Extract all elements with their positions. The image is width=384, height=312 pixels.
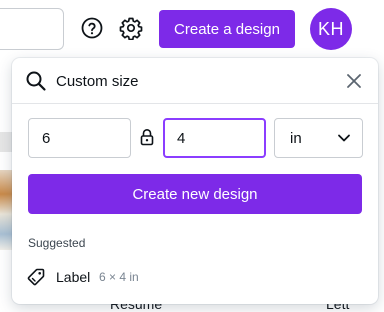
height-input[interactable] xyxy=(163,118,266,158)
search-icon xyxy=(26,71,46,91)
avatar[interactable]: KH xyxy=(310,8,352,50)
background-thumbnail-edge xyxy=(0,132,12,152)
chevron-down-icon xyxy=(338,134,350,142)
help-button[interactable] xyxy=(78,14,106,42)
close-icon[interactable] xyxy=(344,71,364,91)
background-thumbnail xyxy=(0,170,12,250)
gear-icon xyxy=(119,17,143,40)
suggestion-item-label[interactable]: Label 6 × 4 in xyxy=(20,262,370,292)
suggested-heading: Suggested xyxy=(28,236,86,250)
unit-select-value: in xyxy=(290,130,302,147)
create-a-design-button[interactable]: Create a design xyxy=(159,10,295,48)
suggestion-dimensions: 6 × 4 in xyxy=(99,270,139,284)
custom-size-popover: in Create new design Suggested Label 6 ×… xyxy=(12,58,378,304)
settings-button[interactable] xyxy=(117,14,145,42)
search-input[interactable] xyxy=(56,70,336,92)
create-new-design-button[interactable]: Create new design xyxy=(28,174,362,214)
background-search-box[interactable] xyxy=(0,8,64,50)
unit-select[interactable]: in xyxy=(274,118,363,158)
search-row xyxy=(12,58,378,104)
tag-icon xyxy=(27,268,45,286)
suggestion-name: Label xyxy=(56,269,91,285)
question-circle-icon xyxy=(81,17,103,39)
lock-icon[interactable] xyxy=(139,127,155,147)
width-input[interactable] xyxy=(28,118,131,158)
